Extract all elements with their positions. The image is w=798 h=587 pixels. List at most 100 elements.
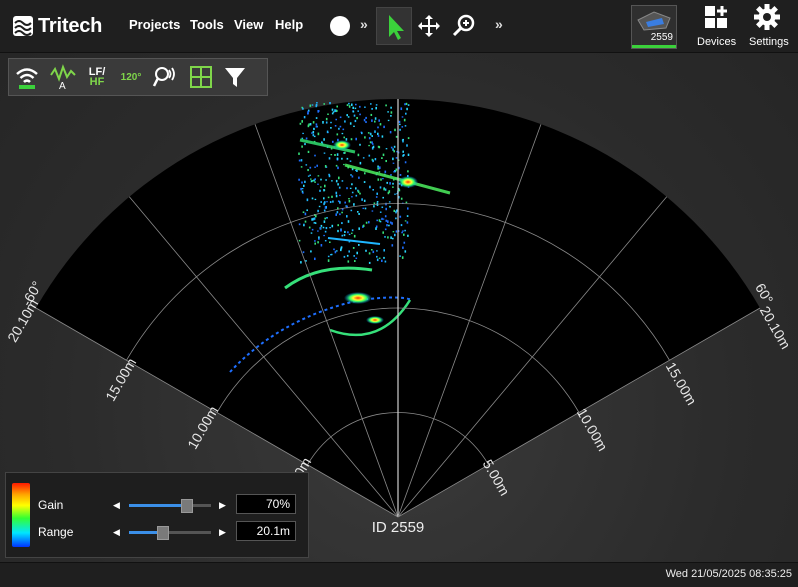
echo-speck	[404, 161, 407, 164]
echo-speck	[388, 201, 391, 203]
echo-speck	[312, 121, 315, 124]
echo-speck	[341, 180, 344, 182]
echo-speck	[391, 222, 393, 225]
echo-speck	[364, 106, 366, 108]
grid-toggle-button[interactable]	[187, 63, 215, 91]
echo-speck	[371, 119, 373, 122]
echo-speck	[374, 117, 377, 120]
echo-speck	[389, 205, 391, 208]
echo-speck	[371, 141, 373, 144]
echo-speck	[395, 135, 398, 138]
echo-speck	[313, 135, 316, 138]
echo-speck	[325, 117, 328, 121]
range-slider-thumb[interactable]	[157, 526, 169, 540]
echo-speck	[314, 242, 316, 245]
range-slider[interactable]	[129, 526, 211, 540]
echo-speck	[364, 172, 366, 175]
gain-slider-thumb[interactable]	[181, 499, 193, 513]
echo-speck	[351, 232, 353, 234]
signal-mode-button[interactable]: A	[49, 63, 77, 91]
settings-button[interactable]	[753, 3, 781, 31]
menu-projects[interactable]: Projects	[129, 17, 180, 32]
menu-tools[interactable]: Tools	[190, 17, 224, 32]
left-ring-label: 15.00m	[102, 355, 139, 403]
echo-speck	[323, 138, 325, 141]
echo-speck	[355, 187, 357, 190]
echo-speck	[375, 106, 377, 110]
gain-decrease-arrow[interactable]: ◀	[113, 500, 120, 511]
gain-value-field[interactable]: 70%	[236, 494, 296, 514]
pointer-tool-button[interactable]	[376, 7, 412, 45]
echo-speck	[391, 244, 394, 247]
echo-speck	[305, 137, 308, 140]
echo-speck	[379, 123, 382, 126]
devices-label[interactable]: Devices	[697, 36, 736, 48]
echo-speck	[392, 162, 395, 164]
echo-speck	[314, 198, 317, 201]
range-increase-arrow[interactable]: ▶	[219, 527, 226, 538]
echo-speck	[401, 126, 404, 128]
echo-speck	[370, 113, 373, 116]
echo-speck	[307, 175, 310, 177]
device-id-badge: 2559	[650, 32, 673, 43]
echo-speck	[346, 104, 349, 107]
echo-speck	[362, 157, 365, 159]
echo-speck	[326, 217, 328, 219]
echo-speck	[323, 152, 326, 154]
echo-speck	[348, 200, 351, 203]
echo-speck	[298, 178, 300, 181]
record-button[interactable]	[326, 12, 354, 40]
echo-speck	[376, 219, 378, 222]
audio-search-button[interactable]	[151, 63, 179, 91]
gain-increase-arrow[interactable]: ▶	[219, 500, 226, 511]
right-ring-label: 15.00m	[663, 359, 700, 407]
echo-speck	[376, 192, 378, 195]
range-decrease-arrow[interactable]: ◀	[113, 527, 120, 538]
echo-speck	[392, 157, 394, 161]
frequency-toggle-button[interactable]: LF/ HF	[83, 63, 111, 91]
echo-speck	[380, 178, 382, 181]
ping-toggle-button[interactable]	[13, 63, 41, 91]
echo-speck	[382, 218, 385, 220]
filter-button[interactable]	[221, 63, 249, 91]
echo-speck	[323, 197, 325, 200]
echo-speck	[379, 211, 382, 213]
echo-speck	[377, 132, 379, 135]
range-label: Range	[38, 525, 74, 539]
echo-speck	[337, 166, 339, 170]
echo-speck	[309, 123, 312, 126]
echo-speck	[403, 233, 405, 236]
echo-speck	[302, 107, 304, 110]
echo-speck	[365, 116, 367, 119]
echo-speck	[315, 126, 318, 128]
pan-tool-button[interactable]	[415, 12, 443, 40]
top-menubar: Tritech Projects Tools View Help » » 255…	[0, 0, 798, 53]
echo-speck	[392, 182, 394, 185]
zoom-tool-button[interactable]	[450, 12, 478, 40]
echo-speck	[314, 257, 316, 261]
echo-speck	[381, 217, 383, 221]
echo-speck	[320, 224, 323, 227]
echo-speck	[403, 241, 406, 244]
menu-view[interactable]: View	[234, 17, 263, 32]
echo-speck	[358, 227, 360, 230]
devices-button[interactable]	[702, 3, 730, 31]
range-value-field[interactable]: 20.1m	[236, 521, 296, 541]
menu-help[interactable]: Help	[275, 17, 303, 32]
settings-label[interactable]: Settings	[749, 36, 789, 48]
echo-speck	[303, 224, 305, 227]
echo-speck	[401, 231, 403, 234]
echo-speck	[371, 135, 373, 137]
gear-icon	[754, 4, 780, 30]
echo-speck	[343, 163, 345, 166]
echo-speck	[337, 183, 339, 186]
echo-speck	[393, 171, 395, 173]
gain-slider[interactable]	[129, 499, 211, 513]
aperture-button[interactable]: 120°	[117, 63, 145, 91]
toolbar-overflow-left[interactable]: »	[360, 16, 368, 32]
echo-speck	[346, 254, 349, 257]
device-2559-thumbnail[interactable]: 2559	[631, 5, 677, 49]
echo-speck	[304, 212, 307, 216]
toolbar-overflow-right[interactable]: »	[495, 16, 503, 32]
echo-speck	[336, 133, 339, 136]
